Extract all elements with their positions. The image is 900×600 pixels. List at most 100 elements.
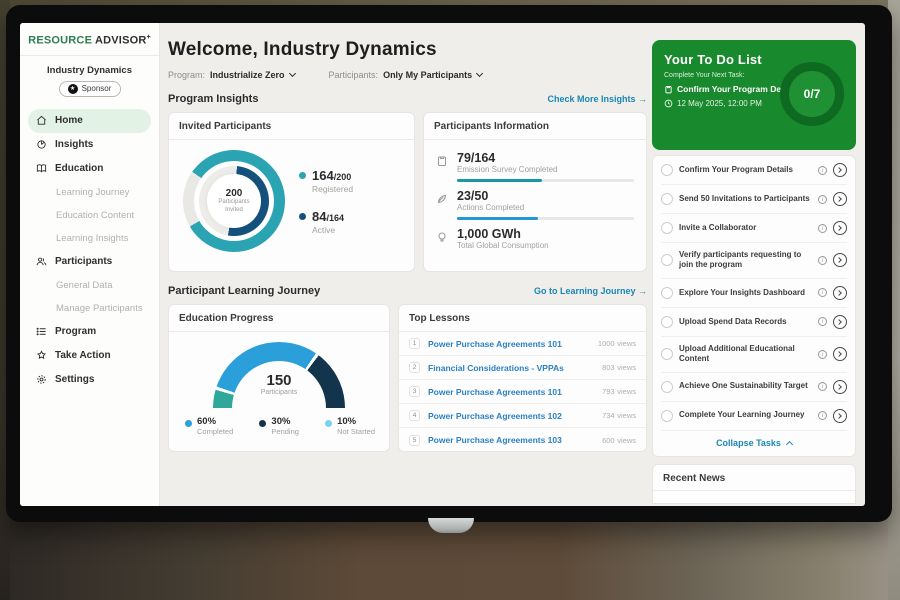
lesson-rank: 3 (409, 386, 420, 397)
sidebar-item-education-content[interactable]: Education Content (28, 204, 151, 227)
lesson-row[interactable]: 3 Power Purchase Agreements 101 793 view… (399, 380, 646, 404)
check-more-insights-link[interactable]: Check More Insights → (547, 94, 647, 104)
gauge-legend: 60% Completed 30% Pending (169, 408, 389, 436)
sidebar-item-home[interactable]: Home (28, 109, 151, 133)
sidebar-item-participants[interactable]: Participants (28, 250, 151, 274)
task-label: Verify participants requesting to join t… (679, 250, 812, 271)
section-title: Program Insights (168, 93, 258, 105)
chevron-down-icon (288, 70, 295, 77)
settings-icon (36, 374, 47, 385)
legend-completed: 60% Completed (185, 416, 233, 436)
task-row[interactable]: Complete Your Learning Journey i (661, 402, 847, 431)
collapse-tasks-link[interactable]: Collapse Tasks (661, 431, 847, 456)
sidebar-item-education[interactable]: Education (28, 157, 151, 181)
donut-center-value: 200 (226, 188, 243, 199)
consumption-stat: 1,000 GWh Total Global Consumption (436, 227, 634, 250)
sidebar-item-learning-journey[interactable]: Learning Journey (28, 181, 151, 204)
chevron-right-icon[interactable] (833, 192, 847, 206)
chevron-right-icon[interactable] (833, 347, 847, 361)
task-checkbox[interactable] (661, 410, 673, 422)
lesson-row[interactable]: 2 Financial Considerations - VPPAs 803 v… (399, 356, 646, 380)
clipboard-icon (436, 155, 448, 167)
stat-value: 23/50 (457, 189, 634, 203)
sidebar-item-take-action[interactable]: Take Action (28, 344, 151, 368)
info-icon[interactable]: i (818, 411, 827, 420)
stat-value: 79/164 (457, 151, 634, 165)
lesson-link[interactable]: Power Purchase Agreements 101 (428, 339, 590, 349)
task-checkbox[interactable] (661, 193, 673, 205)
filters-row: Program: Industrialize Zero Participants… (168, 70, 647, 80)
lesson-row[interactable]: 4 Power Purchase Agreements 102 734 view… (399, 404, 646, 428)
invited-participants-card: Invited Participants 200 Participants In… (168, 112, 415, 272)
info-icon[interactable]: i (818, 195, 827, 204)
task-label: Upload Additional Educational Content (679, 344, 812, 365)
recent-news-title: Recent News (653, 465, 855, 491)
task-checkbox[interactable] (661, 348, 673, 360)
logo-advisor: ADVISOR (95, 35, 147, 47)
go-to-learning-journey-link[interactable]: Go to Learning Journey → (534, 286, 647, 296)
participants-dropdown[interactable]: Participants: Only My Participants (329, 70, 483, 80)
chevron-right-icon[interactable] (833, 409, 847, 423)
task-label: Upload Spend Data Records (679, 317, 812, 327)
info-icon[interactable]: i (818, 382, 827, 391)
legend-dot (185, 420, 192, 427)
legend-dot (299, 172, 306, 179)
link-label: Check More Insights (547, 94, 635, 104)
task-row[interactable]: Confirm Your Program Details i (661, 156, 847, 185)
chevron-right-icon[interactable] (833, 221, 847, 235)
chevron-right-icon[interactable] (833, 286, 847, 300)
insights-cards-row: Invited Participants 200 Participants In… (168, 112, 647, 272)
task-checkbox[interactable] (661, 287, 673, 299)
views-label: views (617, 387, 636, 396)
legend-pct: 60% (197, 416, 233, 427)
info-icon[interactable]: i (818, 256, 827, 265)
sidebar-item-learning-insights[interactable]: Learning Insights (28, 227, 151, 250)
task-row[interactable]: Upload Spend Data Records i (661, 308, 847, 337)
info-icon[interactable]: i (818, 288, 827, 297)
legend-label: Active (312, 225, 344, 235)
education-icon (36, 163, 47, 174)
chevron-up-icon (786, 441, 793, 448)
lesson-link[interactable]: Power Purchase Agreements 103 (428, 435, 594, 445)
sidebar-item-program[interactable]: Program (28, 320, 151, 344)
lesson-row[interactable]: 1 Power Purchase Agreements 101 1000 vie… (399, 332, 646, 356)
lesson-link[interactable]: Power Purchase Agreements 101 (428, 387, 594, 397)
sidebar-item-general-data[interactable]: General Data (28, 274, 151, 297)
sidebar-item-insights[interactable]: Insights (28, 133, 151, 157)
lesson-link[interactable]: Power Purchase Agreements 102 (428, 411, 594, 421)
task-checkbox[interactable] (661, 316, 673, 328)
task-row[interactable]: Upload Additional Educational Content i (661, 337, 847, 373)
card-title: Participants Information (424, 113, 646, 140)
lesson-link[interactable]: Financial Considerations - VPPAs (428, 363, 594, 373)
program-dropdown[interactable]: Program: Industrialize Zero (168, 70, 295, 80)
learning-journey-header: Participant Learning Journey Go to Learn… (168, 285, 647, 297)
sponsor-badge[interactable]: ★ Sponsor (59, 81, 121, 97)
sidebar-item-manage-participants[interactable]: Manage Participants (28, 297, 151, 320)
sidebar-item-label: Insights (55, 139, 93, 150)
task-row[interactable]: Explore Your Insights Dashboard i (661, 279, 847, 308)
task-row[interactable]: Verify participants requesting to join t… (661, 243, 847, 279)
chevron-right-icon[interactable] (833, 380, 847, 394)
chevron-right-icon[interactable] (833, 163, 847, 177)
sidebar-item-settings[interactable]: Settings (28, 368, 151, 392)
info-icon[interactable]: i (818, 317, 827, 326)
participants-value: Only My Participants (383, 70, 472, 80)
chevron-right-icon[interactable] (833, 315, 847, 329)
task-checkbox[interactable] (661, 254, 673, 266)
task-row[interactable]: Invite a Collaborator i (661, 214, 847, 243)
lesson-rank: 5 (409, 435, 420, 446)
task-checkbox[interactable] (661, 381, 673, 393)
task-row[interactable]: Achieve One Sustainability Target i (661, 373, 847, 402)
education-progress-card: Education Progress 150 Participants (168, 304, 390, 452)
task-row[interactable]: Send 50 Invitations to Participants i (661, 185, 847, 214)
task-checkbox[interactable] (661, 222, 673, 234)
page-title: Welcome, Industry Dynamics (168, 39, 647, 61)
views-count: 734 (602, 411, 615, 420)
views-label: views (617, 363, 636, 372)
info-icon[interactable]: i (818, 224, 827, 233)
chevron-right-icon[interactable] (833, 253, 847, 267)
info-icon[interactable]: i (818, 166, 827, 175)
lesson-row[interactable]: 5 Power Purchase Agreements 103 600 view… (399, 428, 646, 452)
task-checkbox[interactable] (661, 164, 673, 176)
info-icon[interactable]: i (818, 350, 827, 359)
